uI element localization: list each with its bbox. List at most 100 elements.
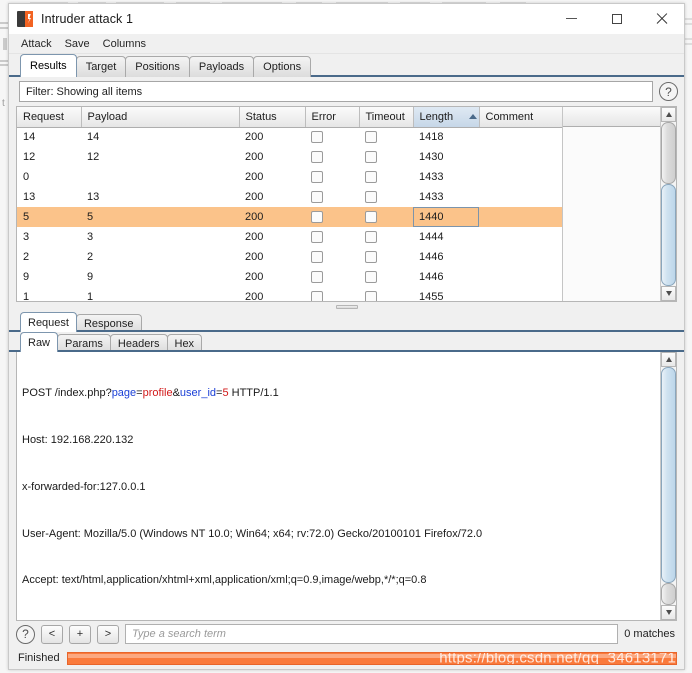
scroll-down-button[interactable] (661, 286, 676, 301)
cell-timeout[interactable] (359, 207, 413, 227)
tab-response[interactable]: Response (75, 314, 142, 332)
panel-splitter[interactable] (9, 302, 684, 311)
search-prev-button[interactable]: < (41, 624, 63, 644)
raw-scroll-thumb[interactable] (661, 367, 676, 583)
table-row[interactable]: 9 9 200 1446 (17, 267, 562, 287)
col-header-payload[interactable]: Payload (81, 107, 240, 128)
table-row[interactable]: 13 13 200 1433 (17, 187, 562, 207)
triangle-down-icon (665, 610, 672, 615)
checkbox-icon[interactable] (311, 231, 323, 244)
checkbox-icon[interactable] (311, 211, 323, 224)
tab-results[interactable]: Results (20, 54, 77, 77)
tab-headers[interactable]: Headers (109, 334, 168, 352)
checkbox-icon[interactable] (365, 131, 377, 144)
cell-timeout[interactable] (359, 187, 413, 207)
checkbox-icon[interactable] (311, 291, 323, 301)
raw-request-scrollbar[interactable] (660, 352, 676, 620)
cell-error[interactable] (305, 227, 359, 247)
tab-request[interactable]: Request (20, 312, 77, 332)
tab-options[interactable]: Options (253, 56, 312, 77)
checkbox-icon[interactable] (311, 131, 323, 144)
cell-error[interactable] (305, 267, 359, 287)
tab-target[interactable]: Target (75, 56, 127, 77)
close-button[interactable] (639, 4, 684, 34)
col-header-status[interactable]: Status (239, 107, 306, 128)
search-help-icon[interactable]: ? (16, 624, 35, 644)
checkbox-icon[interactable] (365, 171, 377, 184)
maximize-icon (611, 13, 622, 24)
scroll-up-button[interactable] (661, 107, 676, 122)
checkbox-icon[interactable] (365, 191, 377, 204)
table-row[interactable]: 1 1 200 1455 (17, 287, 562, 301)
splitter-grip[interactable] (335, 304, 358, 309)
menu-attack[interactable]: Attack (19, 37, 54, 51)
cell-timeout[interactable] (359, 247, 413, 267)
cell-timeout[interactable] (359, 267, 413, 287)
checkbox-icon[interactable] (365, 251, 377, 264)
results-table-body: 14 14 200 1418 12 12 200 1430 0 200 1433 13 13 200 143… (17, 127, 562, 301)
menu-columns[interactable]: Columns (101, 37, 148, 51)
minimize-button[interactable] (549, 4, 594, 34)
cell-timeout[interactable] (359, 167, 413, 187)
checkbox-icon[interactable] (365, 271, 377, 284)
col-header-error[interactable]: Error (305, 107, 360, 128)
tab-hex[interactable]: Hex (166, 334, 203, 352)
checkbox-icon[interactable] (311, 151, 323, 164)
col-header-request[interactable]: Request (17, 107, 82, 128)
raw-scroll-up-button[interactable] (661, 352, 676, 367)
raw-scroll-track[interactable] (661, 367, 676, 605)
checkbox-icon[interactable] (311, 251, 323, 264)
cell-payload: 13 (87, 191, 100, 203)
table-row[interactable]: 2 2 200 1446 (17, 247, 562, 267)
raw-request-text[interactable]: POST /index.php?page=profile&user_id=5 H… (17, 352, 660, 620)
checkbox-icon[interactable] (311, 171, 323, 184)
col-header-timeout[interactable]: Timeout (359, 107, 414, 128)
checkbox-icon[interactable] (365, 291, 377, 301)
tab-positions[interactable]: Positions (125, 56, 190, 77)
scroll-thumb-upper[interactable] (661, 122, 676, 184)
checkbox-icon[interactable] (365, 231, 377, 244)
checkbox-icon[interactable] (311, 191, 323, 204)
tab-payloads[interactable]: Payloads (188, 56, 255, 77)
table-row[interactable]: 12 12 200 1430 (17, 147, 562, 167)
search-next-button[interactable]: > (97, 624, 119, 644)
cell-error[interactable] (305, 147, 359, 167)
scroll-thumb[interactable] (661, 184, 676, 286)
search-input[interactable]: Type a search term (125, 624, 619, 644)
cell-error[interactable] (305, 127, 359, 147)
scroll-track[interactable] (661, 122, 676, 286)
cell-error[interactable] (305, 167, 359, 187)
results-table-scrollbar[interactable] (660, 107, 676, 301)
menu-save[interactable]: Save (63, 37, 92, 51)
results-table: Request Payload Status Error Timeout Len… (17, 107, 562, 301)
cell-error[interactable] (305, 287, 359, 301)
checkbox-icon[interactable] (311, 271, 323, 284)
cell-timeout[interactable] (359, 127, 413, 147)
cell-request: 0 (23, 171, 30, 183)
table-row[interactable]: 3 3 200 1444 (17, 227, 562, 247)
tab-params[interactable]: Params (57, 334, 111, 352)
filter-bar[interactable]: Filter: Showing all items (19, 81, 653, 102)
table-row[interactable]: 14 14 200 1418 (17, 127, 562, 147)
col-header-comment[interactable]: Comment (479, 107, 562, 128)
message-panel: Request Response Raw Params Headers Hex … (9, 311, 684, 669)
table-row[interactable]: 5 5 200 1440 (17, 207, 562, 227)
table-row[interactable]: 0 200 1433 (17, 167, 562, 187)
cell-comment (479, 267, 562, 287)
checkbox-icon[interactable] (365, 151, 377, 164)
raw-scroll-down-button[interactable] (661, 605, 676, 620)
cell-error[interactable] (305, 207, 359, 227)
cell-timeout[interactable] (359, 287, 413, 301)
checkbox-icon[interactable] (365, 211, 377, 224)
filter-help-icon[interactable]: ? (659, 82, 678, 101)
cell-timeout[interactable] (359, 147, 413, 167)
tab-raw[interactable]: Raw (20, 332, 59, 352)
maximize-button[interactable] (594, 4, 639, 34)
raw-scroll-thumb-lower[interactable] (661, 583, 676, 605)
cell-error[interactable] (305, 247, 359, 267)
search-add-button[interactable]: + (69, 624, 91, 644)
results-table-container: Request Payload Status Error Timeout Len… (16, 106, 677, 302)
col-header-length[interactable]: Length (413, 107, 480, 128)
cell-error[interactable] (305, 187, 359, 207)
cell-timeout[interactable] (359, 227, 413, 247)
